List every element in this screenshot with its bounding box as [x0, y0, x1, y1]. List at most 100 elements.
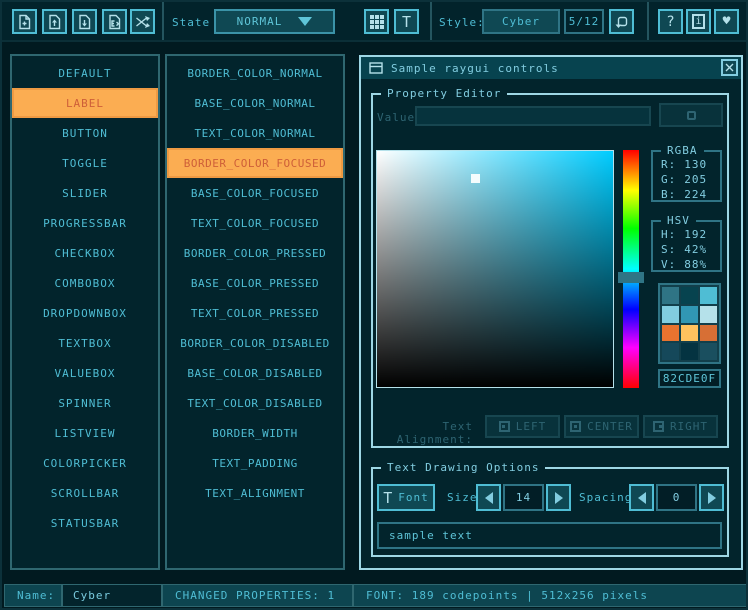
- hsv-title: HSV: [661, 214, 696, 227]
- hue-slider-handle[interactable]: [618, 272, 644, 283]
- size-decrease-button[interactable]: [476, 484, 501, 511]
- property-item[interactable]: TEXT_COLOR_FOCUSED: [167, 208, 343, 238]
- randomize-style-button[interactable]: [130, 9, 155, 34]
- property-item[interactable]: BASE_COLOR_PRESSED: [167, 268, 343, 298]
- shuffle-icon: [135, 15, 151, 29]
- property-item[interactable]: BORDER_COLOR_PRESSED: [167, 238, 343, 268]
- save-file-button[interactable]: [72, 9, 97, 34]
- align-right-button[interactable]: RIGHT: [643, 415, 718, 438]
- property-item[interactable]: BORDER_WIDTH: [167, 418, 343, 448]
- export-file-button[interactable]: [102, 9, 127, 34]
- property-item[interactable]: BASE_COLOR_DISABLED: [167, 358, 343, 388]
- control-item[interactable]: TOGGLE: [12, 148, 158, 178]
- swatch[interactable]: [700, 325, 717, 342]
- swatch[interactable]: [662, 306, 679, 323]
- controls-list-panel: DEFAULT LABEL BUTTON TOGGLE SLIDER PROGR…: [10, 54, 160, 570]
- state-dropdown[interactable]: NORMAL: [214, 9, 335, 34]
- chevron-down-icon: [298, 17, 312, 26]
- control-item[interactable]: SPINNER: [12, 388, 158, 418]
- help-button[interactable]: ?: [658, 9, 683, 34]
- box-icon: [687, 111, 696, 120]
- swatch[interactable]: [662, 343, 679, 360]
- control-item[interactable]: LISTVIEW: [12, 418, 158, 448]
- align-center-label: CENTER: [587, 420, 633, 433]
- value-input[interactable]: [415, 106, 651, 126]
- control-item[interactable]: COMBOBOX: [12, 268, 158, 298]
- property-item[interactable]: BORDER_COLOR_NORMAL: [167, 58, 343, 88]
- controls-table-button[interactable]: [364, 9, 389, 34]
- swatch[interactable]: [662, 287, 679, 304]
- reload-icon: [614, 14, 629, 29]
- spacing-increase-button[interactable]: [699, 484, 724, 511]
- saturation-value-panel[interactable]: [376, 150, 614, 388]
- style-name-input[interactable]: [62, 584, 162, 607]
- font-button[interactable]: T Font: [377, 484, 435, 511]
- info-button[interactable]: i: [686, 9, 711, 34]
- font-button-label: Font: [398, 491, 429, 504]
- reload-style-button[interactable]: [609, 9, 634, 34]
- property-item[interactable]: BORDER_COLOR_FOCUSED: [167, 148, 343, 178]
- value-box-button[interactable]: [659, 103, 723, 127]
- swatch[interactable]: [681, 343, 698, 360]
- style-name-value: Cyber: [502, 15, 540, 28]
- swatch[interactable]: [681, 325, 698, 342]
- hex-color-input[interactable]: 82CDE0F: [658, 369, 721, 388]
- align-left-icon: [499, 421, 510, 432]
- control-item[interactable]: LABEL: [12, 88, 158, 118]
- close-button[interactable]: [721, 59, 738, 76]
- control-item[interactable]: CHECKBOX: [12, 238, 158, 268]
- window-titlebar[interactable]: Sample raygui controls: [361, 57, 741, 79]
- control-item[interactable]: SCROLLBAR: [12, 478, 158, 508]
- open-file-button[interactable]: [42, 9, 67, 34]
- property-item[interactable]: TEXT_COLOR_NORMAL: [167, 118, 343, 148]
- control-item[interactable]: COLORPICKER: [12, 448, 158, 478]
- sponsor-button[interactable]: ♥: [714, 9, 739, 34]
- swatch[interactable]: [700, 343, 717, 360]
- align-left-button[interactable]: LEFT: [485, 415, 560, 438]
- property-item[interactable]: TEXT_PADDING: [167, 448, 343, 478]
- property-item[interactable]: TEXT_ALIGNMENT: [167, 478, 343, 508]
- grid-icon: [370, 15, 384, 29]
- h-value: 192: [684, 228, 707, 241]
- s-label: S:: [661, 243, 676, 256]
- control-item[interactable]: PROGRESSBAR: [12, 208, 158, 238]
- control-item[interactable]: SLIDER: [12, 178, 158, 208]
- open-file-icon: [47, 14, 62, 30]
- align-left-label: LEFT: [516, 420, 547, 433]
- control-item[interactable]: STATUSBAR: [12, 508, 158, 538]
- font-atlas-button[interactable]: T: [394, 9, 419, 34]
- color-cursor[interactable]: [471, 174, 480, 183]
- spacing-decrease-button[interactable]: [629, 484, 654, 511]
- sample-controls-window: Sample raygui controls Property Editor V…: [359, 55, 743, 570]
- new-file-button[interactable]: [12, 9, 37, 34]
- style-name-button[interactable]: Cyber: [482, 9, 560, 34]
- control-item[interactable]: TEXTBOX: [12, 328, 158, 358]
- align-center-button[interactable]: CENTER: [564, 415, 639, 438]
- swatch[interactable]: [662, 325, 679, 342]
- swatch[interactable]: [700, 287, 717, 304]
- property-item[interactable]: TEXT_COLOR_DISABLED: [167, 388, 343, 418]
- property-item[interactable]: TEXT_COLOR_PRESSED: [167, 298, 343, 328]
- control-item[interactable]: DEFAULT: [12, 58, 158, 88]
- font-info-status: FONT: 189 codepoints | 512x256 pixels: [353, 584, 748, 607]
- property-item[interactable]: BASE_COLOR_FOCUSED: [167, 178, 343, 208]
- hue-bar[interactable]: [623, 150, 639, 388]
- size-value-box[interactable]: 14: [503, 484, 544, 511]
- control-item[interactable]: DROPDOWNBOX: [12, 298, 158, 328]
- sample-text-box[interactable]: sample text: [377, 522, 722, 549]
- window-icon: [369, 62, 383, 74]
- status-bar: Name: CHANGED PROPERTIES: 1 FONT: 189 co…: [2, 583, 746, 608]
- rguistyler-app: State NORMAL T Style: Cyber 5/12: [0, 0, 748, 610]
- text-alignment-label: Text Alignment:: [373, 420, 473, 446]
- control-item[interactable]: VALUEBOX: [12, 358, 158, 388]
- property-item[interactable]: BASE_COLOR_NORMAL: [167, 88, 343, 118]
- size-increase-button[interactable]: [546, 484, 571, 511]
- swatch[interactable]: [681, 306, 698, 323]
- swatch[interactable]: [681, 287, 698, 304]
- b-value: 224: [684, 188, 707, 201]
- property-item[interactable]: BORDER_COLOR_DISABLED: [167, 328, 343, 358]
- spacing-value-box[interactable]: 0: [656, 484, 697, 511]
- control-item[interactable]: BUTTON: [12, 118, 158, 148]
- style-label: Style:: [439, 16, 485, 29]
- swatch[interactable]: [700, 306, 717, 323]
